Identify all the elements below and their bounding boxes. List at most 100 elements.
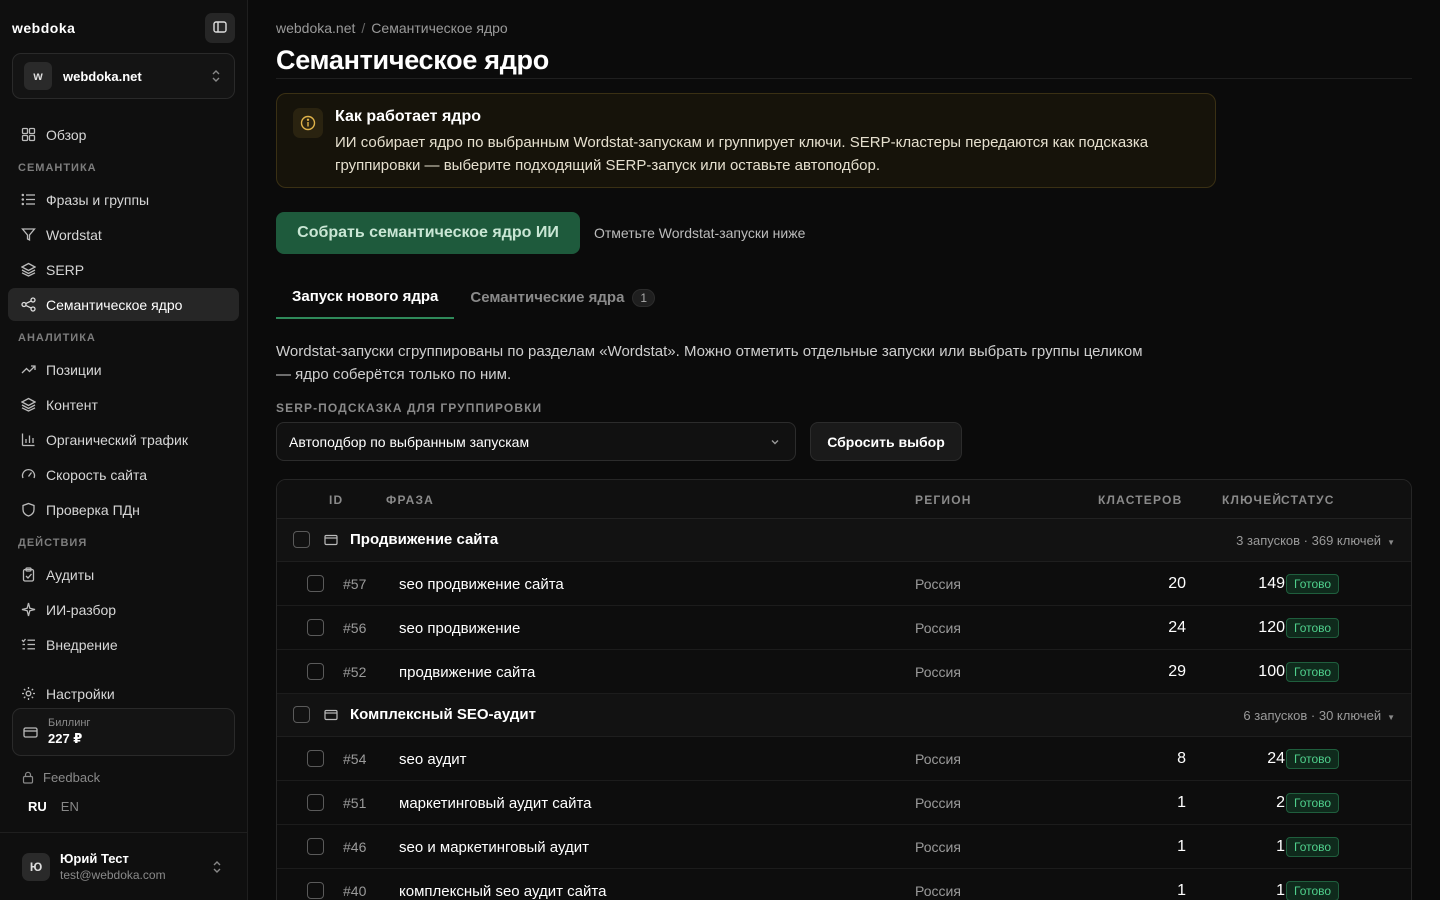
reset-selection-button[interactable]: Сбросить выбор — [810, 422, 962, 461]
group-name: Комплексный SEO-аудит — [350, 706, 536, 723]
sidebar-item-pdn-check[interactable]: Проверка ПДн — [8, 493, 239, 526]
info-text: ИИ собирает ядро по выбранным Wordstat-з… — [335, 134, 1149, 174]
sidebar-item-serp[interactable]: SERP — [8, 253, 239, 286]
run-clusters: 24 — [1168, 619, 1186, 636]
sidebar-item-content[interactable]: Контент — [8, 388, 239, 421]
breadcrumb-root[interactable]: webdoka.net — [276, 20, 355, 36]
sidebar-item-audits[interactable]: Аудиты — [8, 558, 239, 591]
run-region: Россия — [915, 576, 961, 592]
run-phrase: seo продвижение — [399, 620, 521, 637]
sidebar-nav: Обзор СЕМАНТИКА Фразы и группы Wordstat … — [8, 118, 239, 712]
sidebar-item-implementation[interactable]: Внедрение — [8, 628, 239, 661]
billing-label: Биллинг — [48, 717, 91, 729]
language-switcher: RU EN — [28, 799, 79, 814]
sidebar-item-overview[interactable]: Обзор — [8, 118, 239, 151]
column-header-phrase: ФРАЗА — [386, 493, 435, 507]
sidebar-item-traffic[interactable]: Органический трафик — [8, 423, 239, 456]
run-keys: 1 — [1276, 838, 1285, 855]
run-phrase: seo и маркетинговый аудит — [399, 839, 589, 856]
row-checkbox[interactable] — [307, 575, 324, 592]
checklist-icon — [20, 637, 36, 653]
billing-card[interactable]: Биллинг 227 ₽ — [12, 708, 235, 756]
chevron-up-down-icon — [211, 859, 223, 875]
layers-icon — [20, 397, 36, 413]
run-keys: 1 — [1276, 882, 1285, 899]
breadcrumb: webdoka.net / Семантическое ядро — [276, 20, 508, 36]
run-keys: 120 — [1258, 619, 1285, 636]
folder-icon — [324, 533, 338, 549]
row-checkbox[interactable] — [307, 794, 324, 811]
chevron-up-down-icon — [210, 68, 222, 87]
column-header-clusters: КЛАСТЕРОВ — [1098, 493, 1183, 507]
sparkle-icon — [20, 602, 36, 618]
lang-ru[interactable]: RU — [28, 799, 47, 814]
run-region: Россия — [915, 839, 961, 855]
avatar: Ю — [22, 852, 50, 881]
sidebar-item-phrases[interactable]: Фразы и группы — [8, 183, 239, 216]
serp-hint-select[interactable]: Автоподбор по выбранным запускам — [276, 422, 796, 461]
user-menu[interactable]: Ю Юрий Тест test@webdoka.com — [0, 832, 247, 900]
group-row[interactable]: Комплексный SEO-аудит 6 запусков · 30 кл… — [277, 694, 1411, 737]
run-id: #40 — [343, 883, 367, 899]
lang-en[interactable]: EN — [61, 799, 79, 814]
table-row[interactable]: #56 seo продвижение Россия 24 120 Готово — [277, 606, 1411, 650]
run-clusters: 8 — [1177, 750, 1186, 767]
site-switcher[interactable]: w webdoka.net — [12, 53, 235, 99]
run-clusters: 1 — [1177, 838, 1186, 855]
sidebar-item-wordstat[interactable]: Wordstat — [8, 218, 239, 251]
sidebar-item-semantic-core[interactable]: Семантическое ядро — [8, 288, 239, 321]
row-checkbox[interactable] — [307, 750, 324, 767]
group-checkbox[interactable] — [293, 531, 310, 548]
share-nodes-icon — [20, 297, 36, 313]
sidebar-item-label: Аудиты — [46, 566, 95, 583]
table-row[interactable]: #46 seo и маркетинговый аудит Россия 1 1… — [277, 825, 1411, 869]
table-row[interactable]: #52 продвижение сайта Россия 29 100 Гото… — [277, 650, 1411, 694]
sidebar-item-label: Органический трафик — [46, 431, 188, 448]
user-email: test@webdoka.com — [60, 868, 166, 882]
table-row[interactable]: #54 seo аудит Россия 8 24 Готово — [277, 737, 1411, 781]
status-badge: Готово — [1286, 618, 1340, 638]
run-keys: 149 — [1258, 575, 1285, 592]
run-clusters: 1 — [1177, 882, 1186, 899]
table-row[interactable]: #57 seo продвижение сайта Россия 20 149 … — [277, 562, 1411, 606]
table-row[interactable]: #40 комплексный seo аудит сайта Россия 1… — [277, 869, 1411, 900]
sidebar-toggle-button[interactable] — [205, 13, 235, 43]
run-phrase: продвижение сайта — [399, 664, 536, 681]
row-checkbox[interactable] — [307, 663, 324, 680]
group-checkbox[interactable] — [293, 706, 310, 723]
caret-down-icon[interactable]: ▼ — [1387, 538, 1395, 547]
sidebar-item-label: Настройки — [46, 685, 115, 702]
sidebar-item-positions[interactable]: Позиции — [8, 353, 239, 386]
breadcrumb-current: Семантическое ядро — [371, 20, 508, 36]
run-phrase: комплексный seo аудит сайта — [399, 883, 607, 900]
nav-section-semantics: СЕМАНТИКА — [18, 162, 97, 174]
info-title: Как работает ядро — [335, 108, 481, 125]
caret-down-icon[interactable]: ▼ — [1387, 713, 1395, 722]
sidebar-item-settings[interactable]: Настройки — [8, 677, 239, 710]
sidebar-item-ai-review[interactable]: ИИ-разбор — [8, 593, 239, 626]
group-row[interactable]: Продвижение сайта 3 запусков · 369 ключе… — [277, 519, 1411, 562]
collect-core-button[interactable]: Собрать семантическое ядро ИИ — [276, 212, 580, 254]
row-checkbox[interactable] — [307, 619, 324, 636]
feedback-link[interactable]: Feedback — [22, 770, 100, 785]
run-region: Россия — [915, 795, 961, 811]
count-badge: 1 — [632, 288, 656, 307]
sidebar-item-speed[interactable]: Скорость сайта — [8, 458, 239, 491]
sidebar-item-label: Обзор — [46, 126, 87, 143]
filter-icon — [20, 227, 36, 243]
tab-new-core[interactable]: Запуск нового ядра — [276, 276, 455, 319]
info-icon — [293, 108, 323, 138]
row-checkbox[interactable] — [307, 882, 324, 899]
shield-icon — [20, 502, 36, 518]
table-row[interactable]: #51 маркетинговый аудит сайта Россия 1 2… — [277, 781, 1411, 825]
tab-semantic-cores[interactable]: Семантические ядра 1 — [454, 276, 671, 319]
brand-logo: webdoka — [12, 20, 76, 36]
row-checkbox[interactable] — [307, 838, 324, 855]
page-title: Семантическое ядро — [276, 45, 549, 75]
sidebar: webdoka w webdoka.net Обзор СЕМАНТИКА Фр… — [0, 0, 248, 900]
info-callout: Как работает ядро ИИ собирает ядро по вы… — [276, 93, 1216, 188]
table-header: ID ФРАЗА РЕГИОН КЛАСТЕРОВ КЛЮЧЕЙ СТАТУС — [277, 480, 1411, 519]
feedback-label: Feedback — [43, 770, 101, 785]
tab-label: Семантические ядра — [470, 289, 625, 306]
layers-icon — [20, 262, 36, 278]
